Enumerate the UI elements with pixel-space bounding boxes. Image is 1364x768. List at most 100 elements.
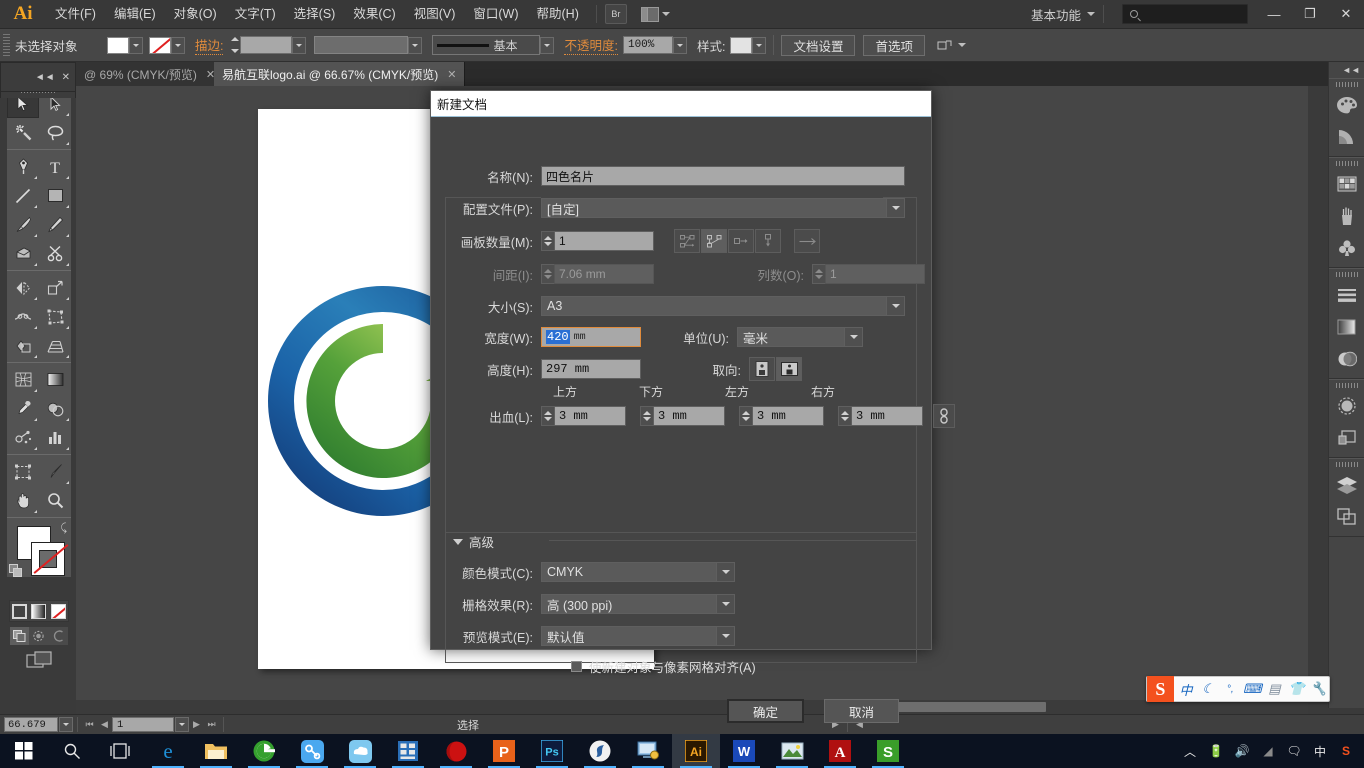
document-tab-1[interactable]: @ 69% (CMYK/预览) ✕ xyxy=(76,62,225,86)
height-input[interactable]: 297 mm xyxy=(541,359,641,379)
stroke-swatch-group[interactable] xyxy=(149,36,185,54)
units-chevron-down-icon[interactable] xyxy=(844,328,862,346)
ime-cn-icon[interactable]: 中 xyxy=(1308,734,1332,768)
units-select[interactable]: 毫米 xyxy=(737,327,863,347)
stroke-panel-icon[interactable] xyxy=(1329,279,1364,311)
pencil-tool[interactable] xyxy=(39,210,71,239)
edge-icon[interactable]: e xyxy=(144,734,192,768)
grid-by-row-button[interactable] xyxy=(674,229,700,253)
raster-chevron-down-icon[interactable] xyxy=(716,595,734,613)
brushes-panel-icon[interactable] xyxy=(1329,200,1364,232)
keyboard-icon[interactable]: ⌨ xyxy=(1242,678,1262,700)
artboard-number-dropdown[interactable] xyxy=(175,717,189,732)
menu-edit[interactable]: 编辑(E) xyxy=(105,0,165,29)
sogou-logo-icon[interactable]: S xyxy=(1147,676,1174,702)
bleed-top-input[interactable]: 3 mm xyxy=(554,406,626,426)
stroke-weight-stepper[interactable] xyxy=(229,36,240,54)
scissors-tool[interactable] xyxy=(39,239,71,268)
wps-spreadsheet-icon[interactable]: S xyxy=(864,734,912,768)
width-input[interactable]: 420 mm xyxy=(541,327,641,347)
size-select[interactable]: A3 xyxy=(541,296,905,316)
opacity-group[interactable]: 100% xyxy=(622,36,687,54)
bleed-left-input[interactable]: 3 mm xyxy=(752,406,824,426)
skin-icon[interactable]: 👕 xyxy=(1287,678,1307,700)
color-mode-chevron-down-icon[interactable] xyxy=(716,563,734,581)
prev-artboard-button[interactable]: ◀ xyxy=(97,717,112,732)
search-icon[interactable] xyxy=(48,734,96,768)
magic-wand-tool[interactable] xyxy=(7,118,39,147)
line-segment-tool[interactable] xyxy=(7,181,39,210)
status-tool-label[interactable]: 选择 xyxy=(228,717,708,733)
acrobat-icon[interactable]: A xyxy=(816,734,864,768)
collapse-panel-icon[interactable]: ◄◄ xyxy=(35,72,55,83)
panel-group-3-grip[interactable] xyxy=(1329,269,1364,279)
panel-group-1-grip[interactable] xyxy=(1329,79,1364,89)
battery-icon[interactable]: 🔋 xyxy=(1204,734,1228,768)
brush-definition-field[interactable]: 基本 xyxy=(432,35,541,55)
document-tab-2-close-icon[interactable]: ✕ xyxy=(447,68,456,81)
document-setup-button[interactable]: 文档设置 xyxy=(781,34,856,56)
zoom-level-field[interactable]: 66.679 xyxy=(4,717,58,732)
menu-help[interactable]: 帮助(H) xyxy=(528,0,588,29)
scale-tool[interactable] xyxy=(39,273,71,302)
type-tool[interactable]: T xyxy=(39,152,71,181)
opacity-field[interactable]: 100% xyxy=(622,36,673,54)
width-tool[interactable] xyxy=(7,302,39,331)
stroke-weight-dropdown[interactable] xyxy=(292,36,307,54)
wps-presentation-icon[interactable]: P xyxy=(480,734,528,768)
preview-chevron-down-icon[interactable] xyxy=(716,627,734,645)
photoshop-icon[interactable]: Ps xyxy=(528,734,576,768)
sogou-ime-bar[interactable]: S 中 ☾ °, ⌨ ▤ 👕 🔧 xyxy=(1146,676,1330,702)
bridge-icon[interactable]: Br xyxy=(604,4,627,24)
menu-object[interactable]: 对象(O) xyxy=(165,0,226,29)
menu-file[interactable]: 文件(F) xyxy=(46,0,105,29)
profile-chevron-down-icon[interactable] xyxy=(886,199,904,217)
ie-browser-icon[interactable] xyxy=(240,734,288,768)
ime-mode-label[interactable]: 中 xyxy=(1176,678,1196,700)
stroke-profile-group[interactable]: 基本 xyxy=(432,35,555,55)
align-pixel-grid-checkbox[interactable] xyxy=(571,661,582,672)
action-center-icon[interactable]: 🗨 xyxy=(1282,734,1306,768)
mesh-tool[interactable] xyxy=(7,365,39,394)
panel-group-5-grip[interactable] xyxy=(1329,459,1364,469)
draw-normal-button[interactable] xyxy=(10,627,30,645)
shape-builder-tool[interactable] xyxy=(7,331,39,360)
menu-select[interactable]: 选择(S) xyxy=(285,0,345,29)
perspective-grid-tool[interactable] xyxy=(39,331,71,360)
task-view-icon[interactable] xyxy=(96,734,144,768)
photo-viewer-icon[interactable] xyxy=(768,734,816,768)
stroke-weight-field[interactable] xyxy=(240,36,293,54)
next-artboard-button[interactable]: ▶ xyxy=(189,717,204,732)
artboards-panel-icon[interactable] xyxy=(1329,501,1364,533)
user-icon[interactable]: ▤ xyxy=(1265,678,1285,700)
remote-desktop-icon[interactable] xyxy=(624,734,672,768)
punctuation-icon[interactable]: °, xyxy=(1220,678,1240,700)
rectangle-tool[interactable] xyxy=(39,181,71,210)
bleed-top-stepper[interactable] xyxy=(541,406,554,426)
windows-start-button[interactable] xyxy=(0,734,48,768)
color-guide-panel-icon[interactable] xyxy=(1329,121,1364,153)
color-panel-icon[interactable] xyxy=(1329,89,1364,121)
ok-button[interactable]: 确定 xyxy=(727,699,805,723)
arrange-by-row-button[interactable] xyxy=(728,229,754,253)
raster-select[interactable]: 高 (300 ppi) xyxy=(541,594,735,614)
variable-width-field[interactable] xyxy=(314,36,409,54)
workspace-switcher[interactable]: 基本功能 xyxy=(1025,5,1087,24)
draw-inside-button[interactable] xyxy=(49,627,68,645)
blob-brush-tool[interactable] xyxy=(7,239,39,268)
panel-group-4-grip[interactable] xyxy=(1329,380,1364,390)
variable-width-dropdown[interactable] xyxy=(408,36,423,54)
pen-tool[interactable] xyxy=(7,152,39,181)
lasso-tool[interactable] xyxy=(39,118,71,147)
preferences-button[interactable]: 首选项 xyxy=(863,34,925,56)
fill-swatch[interactable] xyxy=(107,36,129,54)
screen-mode-button[interactable] xyxy=(7,646,71,674)
color-mode-select[interactable]: CMYK xyxy=(541,562,735,582)
symbols-panel-icon[interactable] xyxy=(1329,232,1364,264)
bleed-right-input[interactable]: 3 mm xyxy=(851,406,923,426)
layers-panel-icon[interactable] xyxy=(1329,469,1364,501)
collapsed-panel-header[interactable]: ◄◄ ✕ xyxy=(0,62,76,92)
transform-menu-button[interactable] xyxy=(937,39,966,52)
fill-swatch-group[interactable] xyxy=(107,36,143,54)
horizontal-scroll-thumb[interactable] xyxy=(876,702,1046,712)
